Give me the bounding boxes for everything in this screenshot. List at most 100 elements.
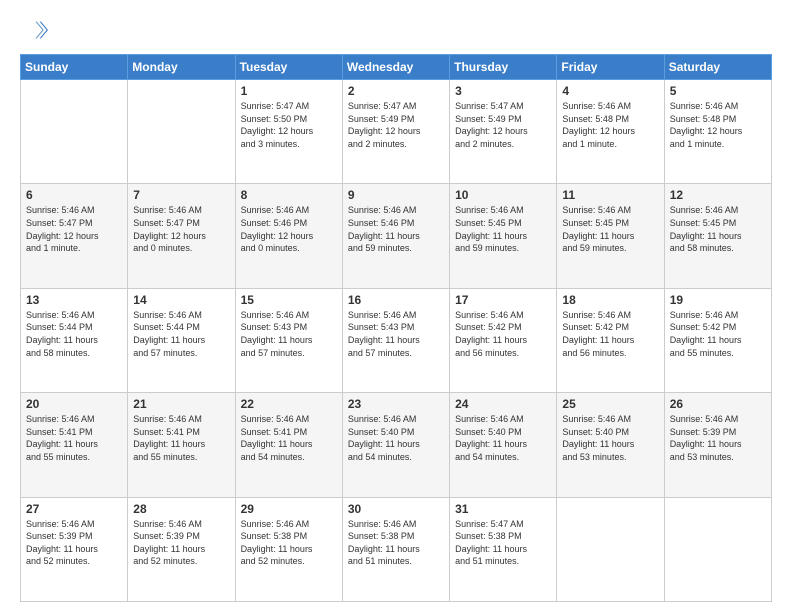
day-number: 9 [348,188,444,202]
cell-text: Daylight: 11 hours [26,543,122,556]
calendar-cell: 27 Sunrise: 5:46 AMSunset: 5:39 PMDayligh… [21,497,128,601]
cell-text: Daylight: 11 hours [670,230,766,243]
calendar-cell: 29Sunrise: 5:46 AMSunset: 5:38 PMDayligh… [235,497,342,601]
cell-text: Daylight: 12 hours [670,125,766,138]
cell-text: and 58 minutes. [26,347,122,360]
calendar-cell: 30 Sunrise: 5:46 AMSunset: 5:38 PMDayligh… [342,497,449,601]
day-number: 10 [455,188,551,202]
calendar-cell: 20Sunrise: 5:46 AMSunset: 5:41 PMDayligh… [21,393,128,497]
cell-text: Sunrise: 5:46 AM [562,204,658,217]
cell-text: Daylight: 11 hours [133,543,229,556]
cell-text: Sunset: 5:42 PM [670,321,766,334]
cell-text: Sunset: 5:46 PM [241,217,337,230]
cell-text: and 2 minutes. [455,138,551,151]
cell-text: Sunrise: 5:46 AM [133,413,229,426]
cell-text: Daylight: 12 hours [241,230,337,243]
day-number: 3 [455,84,551,98]
cell-text: and 1 minute. [26,242,122,255]
cell-text: and 3 minutes. [241,138,337,151]
cell-text: Daylight: 11 hours [455,334,551,347]
cell-text: Daylight: 11 hours [348,230,444,243]
calendar-cell [128,80,235,184]
day-number: 11 [562,188,658,202]
calendar-cell [21,80,128,184]
cell-text: and 59 minutes. [562,242,658,255]
calendar-cell: 16Sunrise: 5:46 AMSunset: 5:43 PMDayligh… [342,288,449,392]
cell-text: and 59 minutes. [455,242,551,255]
cell-text: Sunset: 5:38 PM [241,530,337,543]
calendar-cell [557,497,664,601]
calendar-day-header: Thursday [450,55,557,80]
cell-text: and 55 minutes. [26,451,122,464]
day-number: 30 [348,502,444,516]
calendar-cell: 4Sunrise: 5:46 AMSunset: 5:48 PMDaylight… [557,80,664,184]
cell-text: Sunset: 5:42 PM [562,321,658,334]
calendar-week-row: 13Sunrise: 5:46 AMSunset: 5:44 PMDayligh… [21,288,772,392]
cell-text: and 52 minutes. [26,555,122,568]
calendar-cell: 22Sunrise: 5:46 AMSunset: 5:41 PMDayligh… [235,393,342,497]
cell-text: Sunrise: 5:46 AM [26,413,122,426]
cell-text: Daylight: 12 hours [348,125,444,138]
cell-text: Daylight: 11 hours [348,543,444,556]
calendar-day-header: Monday [128,55,235,80]
cell-text: Sunrise: 5:46 AM [133,309,229,322]
cell-text: Sunrise: 5:46 AM [241,413,337,426]
cell-text: Daylight: 11 hours [455,438,551,451]
cell-text: Sunset: 5:40 PM [348,426,444,439]
cell-text: Daylight: 11 hours [133,334,229,347]
calendar-cell: 26Sunrise: 5:46 AMSunset: 5:39 PMDayligh… [664,393,771,497]
day-number: 24 [455,397,551,411]
header [20,16,772,44]
cell-text: Sunrise: 5:47 AM [455,100,551,113]
cell-text: Sunrise: 5:46 AM [562,100,658,113]
calendar-cell: 14Sunrise: 5:46 AMSunset: 5:44 PMDayligh… [128,288,235,392]
cell-text: and 54 minutes. [241,451,337,464]
calendar-week-row: 1Sunrise: 5:47 AMSunset: 5:50 PMDaylight… [21,80,772,184]
calendar-cell: 9Sunrise: 5:46 AMSunset: 5:46 PMDaylight… [342,184,449,288]
cell-text: Sunset: 5:38 PM [455,530,551,543]
calendar-header-row: SundayMondayTuesdayWednesdayThursdayFrid… [21,55,772,80]
day-number: 14 [133,293,229,307]
cell-text: Sunset: 5:39 PM [26,530,122,543]
cell-text: Sunrise: 5:46 AM [26,518,122,531]
day-number: 6 [26,188,122,202]
cell-text: and 0 minutes. [133,242,229,255]
cell-text: Sunrise: 5:46 AM [348,309,444,322]
cell-text: Daylight: 11 hours [241,438,337,451]
cell-text: Sunset: 5:49 PM [455,113,551,126]
cell-text: and 57 minutes. [348,347,444,360]
cell-text: Daylight: 12 hours [26,230,122,243]
day-number: 23 [348,397,444,411]
day-number: 13 [26,293,122,307]
cell-text: Daylight: 11 hours [26,438,122,451]
calendar-cell: 25Sunrise: 5:46 AMSunset: 5:40 PMDayligh… [557,393,664,497]
calendar-cell: 19Sunrise: 5:46 AMSunset: 5:42 PMDayligh… [664,288,771,392]
calendar-cell: 11Sunrise: 5:46 AMSunset: 5:45 PMDayligh… [557,184,664,288]
cell-text: Sunrise: 5:46 AM [670,413,766,426]
cell-text: Sunset: 5:50 PM [241,113,337,126]
cell-text: Sunset: 5:46 PM [348,217,444,230]
day-number: 27 [26,502,122,516]
cell-text: and 52 minutes. [241,555,337,568]
cell-text: Sunset: 5:45 PM [562,217,658,230]
cell-text: Daylight: 11 hours [562,438,658,451]
cell-text: Daylight: 11 hours [241,543,337,556]
cell-text: Sunrise: 5:46 AM [562,309,658,322]
cell-text: Sunset: 5:38 PM [348,530,444,543]
cell-text: Sunset: 5:45 PM [455,217,551,230]
calendar-cell: 5Sunrise: 5:46 AMSunset: 5:48 PMDaylight… [664,80,771,184]
calendar-cell: 10Sunrise: 5:46 AMSunset: 5:45 PMDayligh… [450,184,557,288]
cell-text: and 52 minutes. [133,555,229,568]
cell-text: Sunset: 5:41 PM [133,426,229,439]
cell-text: Sunrise: 5:46 AM [562,413,658,426]
cell-text: and 53 minutes. [562,451,658,464]
day-number: 18 [562,293,658,307]
cell-text: Sunset: 5:47 PM [26,217,122,230]
cell-text: Sunrise: 5:46 AM [348,518,444,531]
day-number: 4 [562,84,658,98]
cell-text: Sunset: 5:45 PM [670,217,766,230]
cell-text: Sunrise: 5:47 AM [348,100,444,113]
cell-text: Sunrise: 5:46 AM [241,309,337,322]
cell-text: and 51 minutes. [455,555,551,568]
cell-text: and 58 minutes. [670,242,766,255]
